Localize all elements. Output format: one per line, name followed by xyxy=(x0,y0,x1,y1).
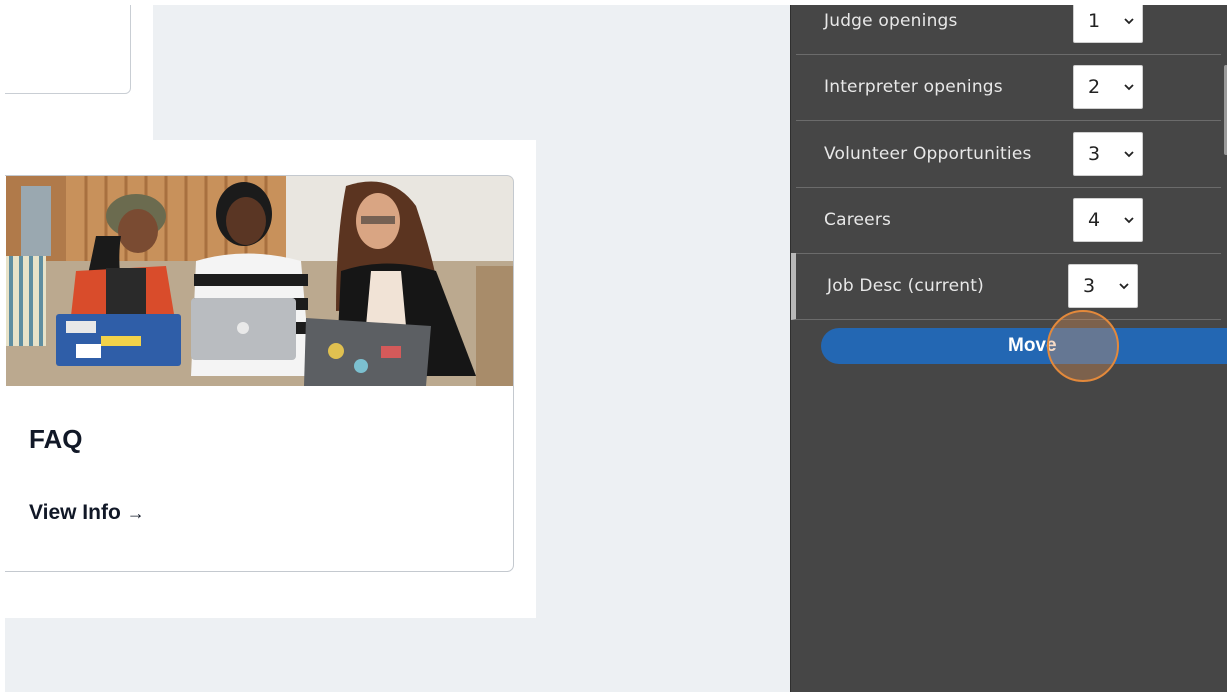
move-button[interactable]: Move xyxy=(821,328,1227,364)
order-select[interactable]: 3 xyxy=(1068,264,1138,308)
menu-item-interpreter-openings: Interpreter openings 2 xyxy=(796,54,1221,121)
order-select-value: 1 xyxy=(1088,10,1101,32)
top-card-section xyxy=(5,5,153,140)
menu-item-judge-openings: Judge openings 1 xyxy=(796,5,1221,55)
order-select[interactable]: 1 xyxy=(1073,5,1143,43)
cards-panel: FAQ View Info → xyxy=(5,140,536,618)
menu-item-label: Judge openings xyxy=(824,11,958,31)
chevron-down-icon xyxy=(1124,18,1134,25)
sidebar-scrollbar[interactable] xyxy=(1224,65,1227,155)
menu-item-label: Careers xyxy=(824,210,892,230)
people-with-laptops-photo xyxy=(6,176,513,386)
move-menu-sidebar: Judge openings 1 Interpreter openings 2 … xyxy=(790,5,1227,692)
faq-card[interactable]: FAQ View Info → xyxy=(5,175,514,572)
view-info-label: View Info xyxy=(29,501,121,524)
chevron-down-icon xyxy=(1124,84,1134,91)
order-select-value: 2 xyxy=(1088,76,1101,98)
arrow-right-icon: → xyxy=(126,502,145,523)
faq-card-image xyxy=(6,176,513,386)
chevron-down-icon xyxy=(1124,217,1134,224)
order-select[interactable]: 2 xyxy=(1073,65,1143,109)
order-select[interactable]: 3 xyxy=(1073,132,1143,176)
menu-item-job-desc-current: Job Desc (current) 3 xyxy=(791,253,1221,320)
order-select-value: 3 xyxy=(1088,143,1101,165)
menu-item-volunteer-opportunities: Volunteer Opportunities 3 xyxy=(796,121,1221,188)
menu-item-careers: Careers 4 xyxy=(796,187,1221,254)
order-select-value: 4 xyxy=(1088,209,1101,231)
chevron-down-icon xyxy=(1119,283,1129,290)
menu-item-label: Volunteer Opportunities xyxy=(824,144,1032,164)
view-info-link[interactable]: View Info → xyxy=(29,501,145,525)
page-frame: FAQ View Info → Judge openings 1 Interpr… xyxy=(5,5,1227,692)
faq-card-title: FAQ xyxy=(29,424,83,454)
top-card[interactable] xyxy=(5,5,131,94)
order-select[interactable]: 4 xyxy=(1073,198,1143,242)
menu-item-label: Job Desc (current) xyxy=(827,276,984,296)
menu-item-label: Interpreter openings xyxy=(824,77,1003,97)
chevron-down-icon xyxy=(1124,151,1134,158)
order-select-value: 3 xyxy=(1083,275,1096,297)
